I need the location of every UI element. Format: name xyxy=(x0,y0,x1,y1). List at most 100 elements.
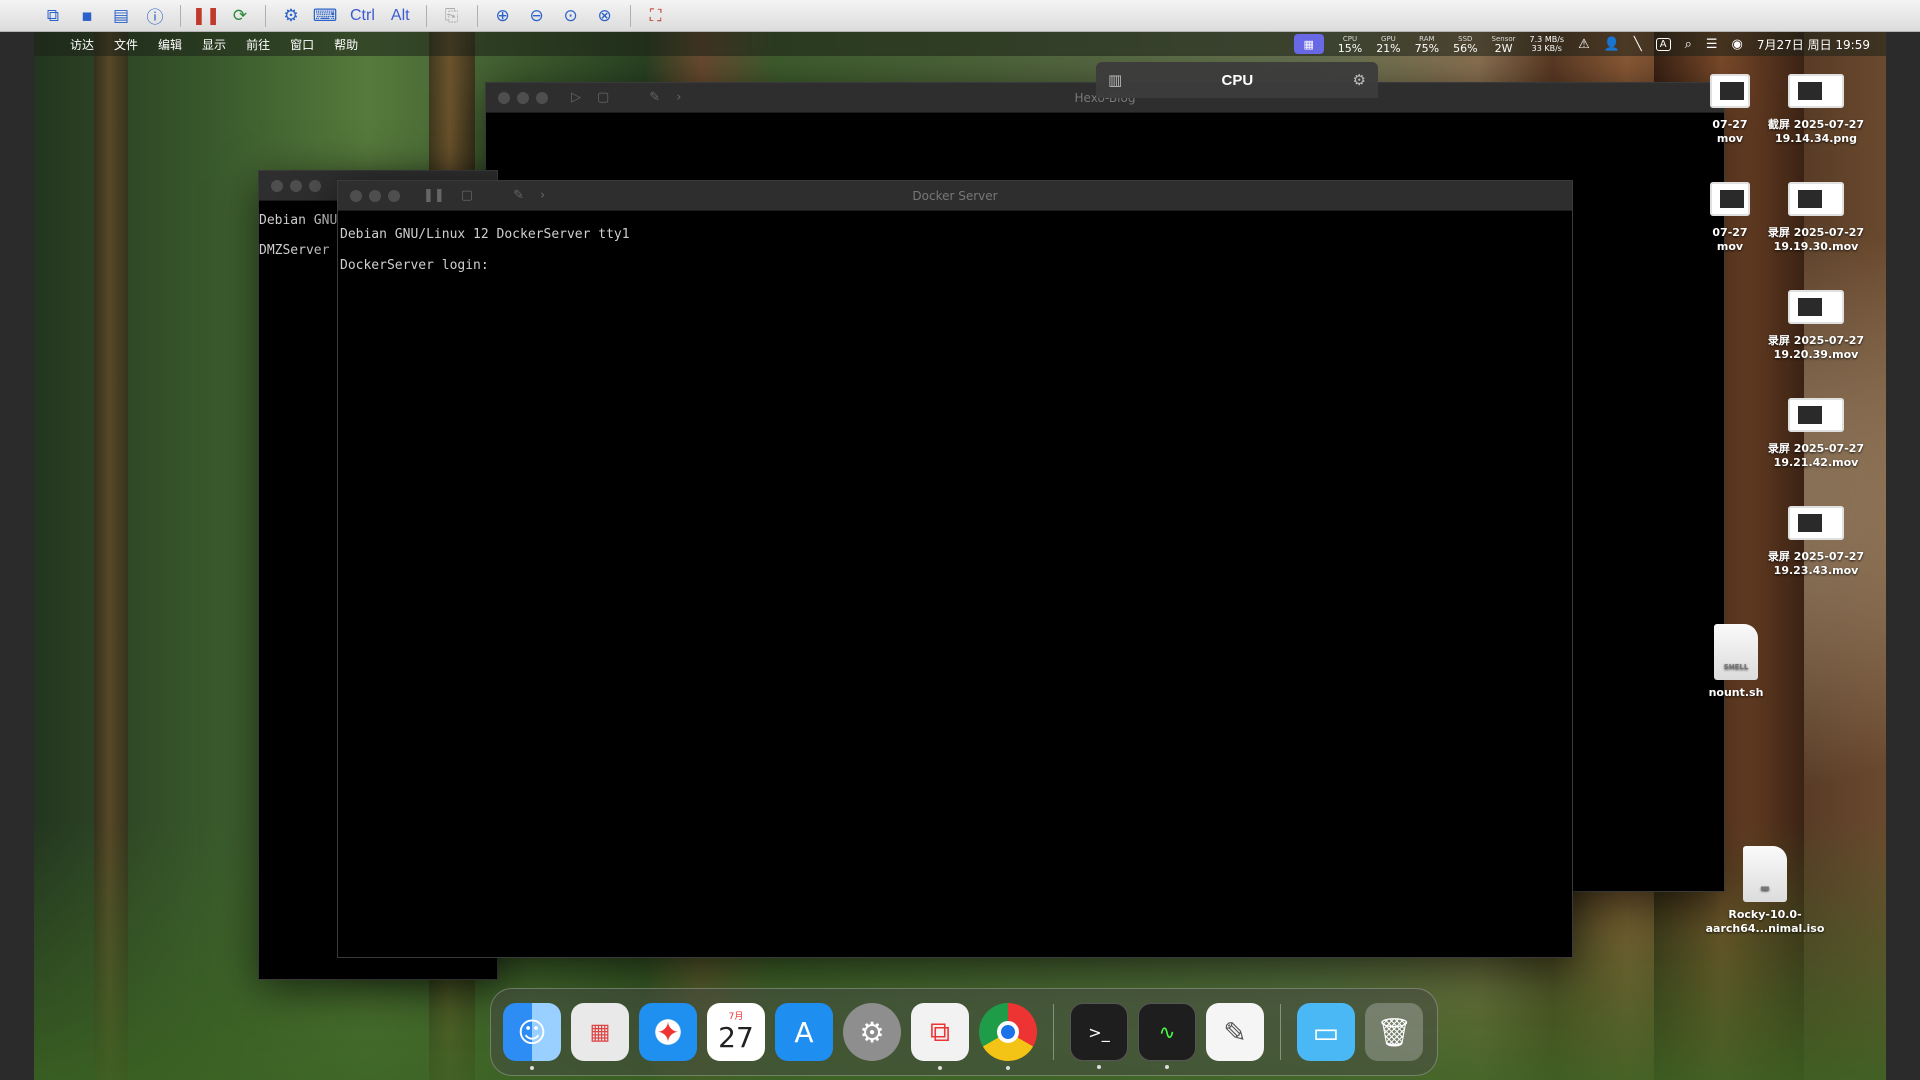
fullscreen-icon[interactable]: ⛶ xyxy=(643,3,669,29)
file-thumbnail-icon xyxy=(1710,182,1750,216)
desktop-file-partial[interactable]: 07-27 mov xyxy=(1700,74,1760,146)
running-indicator xyxy=(938,1066,942,1070)
gpu-stat[interactable]: GPU 21% xyxy=(1376,35,1400,54)
menu-window[interactable]: 窗口 xyxy=(290,36,314,53)
close-icon[interactable] xyxy=(498,91,510,104)
activity-monitor-icon[interactable]: ∿ xyxy=(1138,1003,1196,1069)
downloads-folder-icon[interactable]: ▭ xyxy=(1297,1003,1355,1061)
dock-divider xyxy=(1280,1004,1281,1060)
cpu-stat[interactable]: CPU 15% xyxy=(1338,35,1362,54)
desktop-file-partial[interactable]: 07-27 mov xyxy=(1700,182,1760,254)
refresh-icon[interactable]: ⟳ xyxy=(227,3,253,29)
connection-icon[interactable]: ⧉ xyxy=(40,3,66,29)
menubar-clock[interactable]: 7月27日 周日 19:59 xyxy=(1757,36,1870,53)
search-icon[interactable]: ⌕ xyxy=(1685,37,1692,52)
menu-edit[interactable]: 编辑 xyxy=(158,36,182,53)
siri-icon[interactable]: ◉ xyxy=(1732,37,1743,52)
remote-screen[interactable]: 访达 文件 编辑 显示 前往 窗口 帮助 ▦ CPU 15% GPU 21% RAM… xyxy=(34,32,1886,1080)
options-icon[interactable]: ⚙ xyxy=(278,3,304,29)
info-icon[interactable]: ⓘ xyxy=(142,3,168,29)
transfer-icon[interactable]: ⎘ xyxy=(439,3,465,29)
dock-divider xyxy=(1053,1004,1054,1060)
close-icon[interactable] xyxy=(350,189,362,202)
movie-file-icon xyxy=(1788,398,1844,432)
viewer-toolbar: ⧉ ▪ ▤ ⓘ ❚❚ ⟳ ⚙ ⌨ Ctrl Alt ⎘ ⊕ ⊖ ⊙ ⊗ ⛶ xyxy=(0,0,1920,32)
zoom-icon[interactable] xyxy=(536,91,548,104)
menu-finder[interactable]: 访达 xyxy=(70,36,94,53)
terminal-icon[interactable]: >_ xyxy=(1070,1003,1128,1069)
movie-file-icon xyxy=(1788,290,1844,324)
sensor-stat[interactable]: Sensor 2W xyxy=(1492,35,1516,54)
save-icon[interactable]: ▪ xyxy=(74,3,100,29)
ctrl-key-button[interactable]: Ctrl xyxy=(346,7,379,25)
minimize-icon[interactable] xyxy=(517,91,529,104)
system-settings-icon[interactable]: ⚙ xyxy=(843,1003,901,1061)
send-keys-icon[interactable]: ⌨ xyxy=(312,3,338,29)
menubar-status-area: ▦ CPU 15% GPU 21% RAM 75% SSD 56% Sensor 2W 7… xyxy=(1293,32,1870,56)
zoom-reset-icon[interactable]: ⊙ xyxy=(558,3,584,29)
desktop-file[interactable]: 录屏 2025-07-27 19.21.42.mov xyxy=(1761,398,1871,470)
snapshot-icon[interactable]: ▢ xyxy=(597,90,609,105)
desktop-file[interactable]: 录屏 2025-07-27 19.23.43.mov xyxy=(1761,506,1871,578)
user-icon[interactable]: 👤 xyxy=(1604,37,1620,52)
minimize-icon[interactable] xyxy=(290,179,302,192)
ssd-stat[interactable]: SSD 56% xyxy=(1453,35,1477,54)
pause-icon[interactable]: ❚❚ xyxy=(192,3,221,29)
app-store-icon[interactable]: A xyxy=(775,1003,833,1061)
snapshot-icon[interactable]: ▢ xyxy=(461,188,473,203)
play-icon[interactable]: ▷ xyxy=(571,90,581,105)
menu-file[interactable]: 文件 xyxy=(114,36,138,53)
running-indicator xyxy=(1006,1066,1010,1070)
zoom-fit-icon[interactable]: ⊗ xyxy=(592,3,618,29)
text-edit-icon[interactable]: ✎ xyxy=(1206,1003,1264,1061)
menu-view[interactable]: 显示 xyxy=(202,36,226,53)
image-file-icon xyxy=(1788,74,1844,108)
wrench-icon[interactable]: ✎ xyxy=(513,188,524,203)
chart-icon[interactable]: ▥ xyxy=(1108,71,1122,89)
running-indicator xyxy=(1165,1065,1169,1069)
minimize-icon[interactable] xyxy=(369,189,381,202)
finder-icon[interactable]: ☺ xyxy=(503,1003,561,1070)
gear-icon[interactable]: ⚙ xyxy=(1353,71,1366,89)
wrench-icon[interactable]: ✎ xyxy=(649,90,660,105)
login-prompt[interactable]: DockerServer login: xyxy=(340,258,489,273)
zoom-out-icon[interactable]: ⊖ xyxy=(524,3,550,29)
safari-icon[interactable]: ✦ xyxy=(639,1003,697,1061)
screen-sharing-icon[interactable]: ⧉ xyxy=(911,1003,969,1070)
movie-file-icon xyxy=(1788,182,1844,216)
launchpad-icon[interactable]: ▦ xyxy=(571,1003,629,1061)
input-source-icon[interactable]: A xyxy=(1655,37,1671,51)
cpu-popup-title: CPU xyxy=(1221,71,1254,89)
stats-app-icon[interactable]: ▦ xyxy=(1293,34,1324,54)
desktop-file-mount-sh[interactable]: SHELL nount.sh xyxy=(1696,624,1776,700)
desktop-file[interactable]: 录屏 2025-07-27 19.19.30.mov xyxy=(1761,182,1871,254)
chevron-right-icon[interactable]: › xyxy=(676,90,681,105)
mac-menubar: 访达 文件 编辑 显示 前往 窗口 帮助 ▦ CPU 15% GPU 21% RAM… xyxy=(34,32,1886,56)
zoom-in-icon[interactable]: ⊕ xyxy=(490,3,516,29)
network-stat[interactable]: 7.3 MB/s 33 KB/s xyxy=(1530,35,1565,53)
desktop-file[interactable]: 录屏 2025-07-27 19.20.39.mov xyxy=(1761,290,1871,362)
control-center-icon[interactable]: ☰ xyxy=(1706,37,1718,52)
menu-go[interactable]: 前往 xyxy=(246,36,270,53)
chevron-right-icon[interactable]: › xyxy=(540,188,545,203)
pause-icon[interactable]: ❚❚ xyxy=(423,188,445,203)
close-icon[interactable] xyxy=(271,179,283,192)
clipboard-icon[interactable]: ▤ xyxy=(108,3,134,29)
window-titlebar[interactable]: ❚❚ ▢ ✎ › Docker Server xyxy=(338,181,1572,211)
desktop-file[interactable]: 截屏 2025-07-27 19.14.34.png xyxy=(1761,74,1871,146)
menu-help[interactable]: 帮助 xyxy=(334,36,358,53)
trash-icon[interactable]: 🗑 xyxy=(1365,1003,1423,1061)
warning-icon[interactable]: ⚠ xyxy=(1578,37,1590,52)
alt-key-button[interactable]: Alt xyxy=(387,7,414,25)
chrome-icon[interactable] xyxy=(979,1003,1037,1070)
docker-server-window[interactable]: ❚❚ ▢ ✎ › Docker Server Debian GNU/Linux … xyxy=(337,180,1573,958)
ram-stat[interactable]: RAM 75% xyxy=(1415,35,1439,54)
desktop-file-iso[interactable]: ▬ Rocky-10.0- aarch64...nimal.iso xyxy=(1702,846,1828,936)
zoom-icon[interactable] xyxy=(309,179,321,192)
pen-icon[interactable]: ╲ xyxy=(1634,37,1642,52)
running-indicator xyxy=(1097,1065,1101,1069)
cpu-popup[interactable]: ▥ CPU ⚙ xyxy=(1096,62,1378,98)
calendar-icon[interactable]: 7月 27 xyxy=(707,1003,765,1061)
toolbar-divider xyxy=(476,4,478,27)
zoom-icon[interactable] xyxy=(388,189,400,202)
